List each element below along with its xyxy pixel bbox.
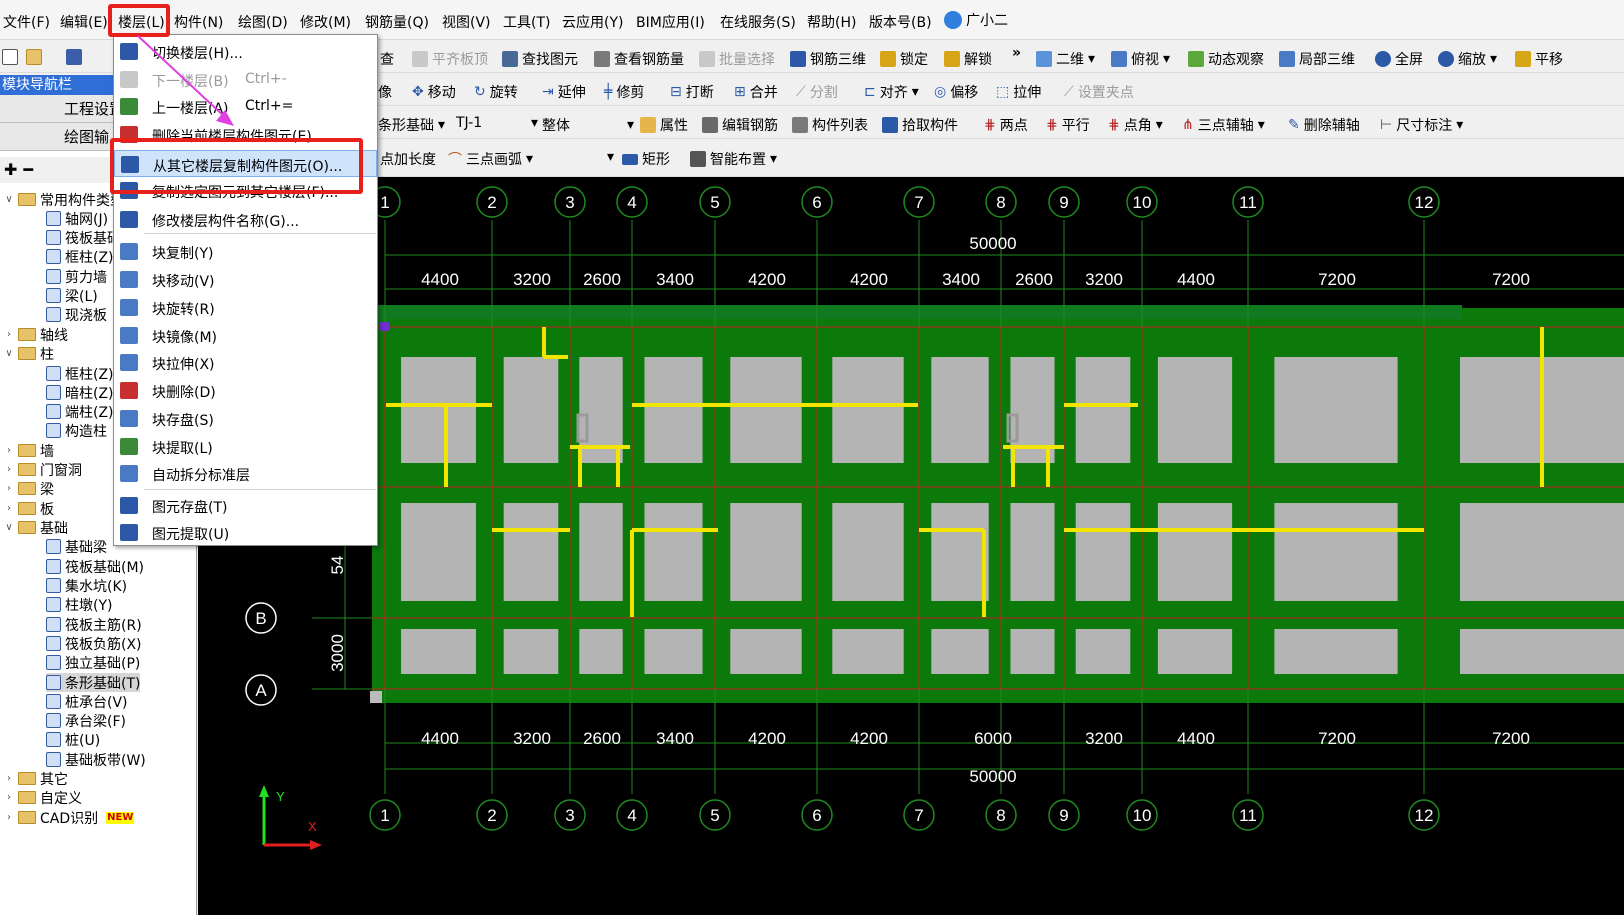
annotation-arrow-line [137, 35, 227, 119]
annotation-arrow-layer [137, 35, 234, 126]
